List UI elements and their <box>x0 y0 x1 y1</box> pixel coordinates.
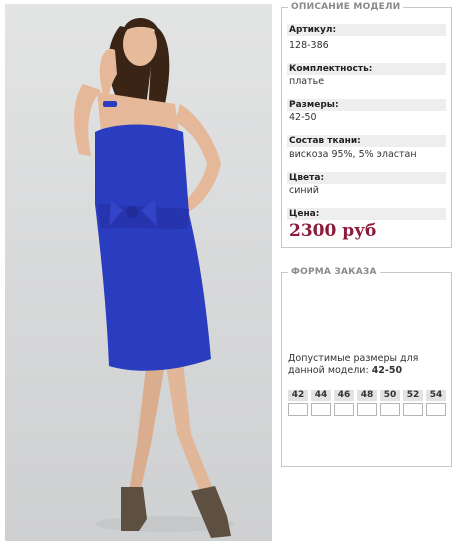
article-value: 128-386 <box>289 40 329 51</box>
sizes-label: Размеры: <box>287 99 446 111</box>
bow-knot <box>126 206 138 218</box>
sizes-value: 42-50 <box>289 112 317 123</box>
size-column-54: 54 <box>426 390 446 416</box>
product-photo <box>5 4 272 541</box>
size-quantity-input[interactable] <box>403 403 423 416</box>
left-leg <box>127 359 165 506</box>
fabric-label: Состав ткани: <box>287 135 446 147</box>
allowed-sizes-range: 42-50 <box>371 365 403 376</box>
set-value: платье <box>289 76 325 87</box>
size-column-48: 48 <box>357 390 377 416</box>
colors-label: Цвета: <box>287 172 446 184</box>
blue-dress <box>95 124 211 371</box>
price-label: Цена: <box>287 208 446 220</box>
model-illustration <box>74 18 235 538</box>
description-legend: ОПИСАНИЕ МОДЕЛИ <box>288 1 404 13</box>
size-quantity-input[interactable] <box>311 403 331 416</box>
article-label: Артикул: <box>287 24 446 36</box>
size-label: 42 <box>288 390 308 401</box>
size-quantity-input[interactable] <box>334 403 354 416</box>
size-label: 44 <box>311 390 331 401</box>
size-column-44: 44 <box>311 390 331 416</box>
model-description-panel: ОПИСАНИЕ МОДЕЛИ Артикул: 128-386 Комплек… <box>281 1 452 248</box>
size-column-46: 46 <box>334 390 354 416</box>
bracelet <box>103 101 117 107</box>
colors-value: синий <box>289 185 319 196</box>
size-label: 48 <box>357 390 377 401</box>
allowed-sizes-text: Допустимые размеры для данной модели: 42… <box>288 353 448 377</box>
right-leg <box>165 359 215 499</box>
set-label: Комплектность: <box>287 63 446 75</box>
size-column-42: 42 <box>288 390 308 416</box>
price-value: 2300 руб <box>289 221 377 241</box>
size-column-52: 52 <box>403 390 423 416</box>
size-quantity-input[interactable] <box>357 403 377 416</box>
size-column-50: 50 <box>380 390 400 416</box>
size-label: 52 <box>403 390 423 401</box>
order-legend: ФОРМА ЗАКАЗА <box>288 266 380 278</box>
left-shoe <box>121 487 147 531</box>
size-quantity-input[interactable] <box>426 403 446 416</box>
size-label: 50 <box>380 390 400 401</box>
size-quantity-input[interactable] <box>288 403 308 416</box>
order-form-panel: ФОРМА ЗАКАЗА Допустимые размеры для данн… <box>281 266 452 467</box>
size-label: 54 <box>426 390 446 401</box>
fabric-value: вискоза 95%, 5% эластан <box>289 149 417 160</box>
size-quantity-input[interactable] <box>380 403 400 416</box>
size-label: 46 <box>334 390 354 401</box>
